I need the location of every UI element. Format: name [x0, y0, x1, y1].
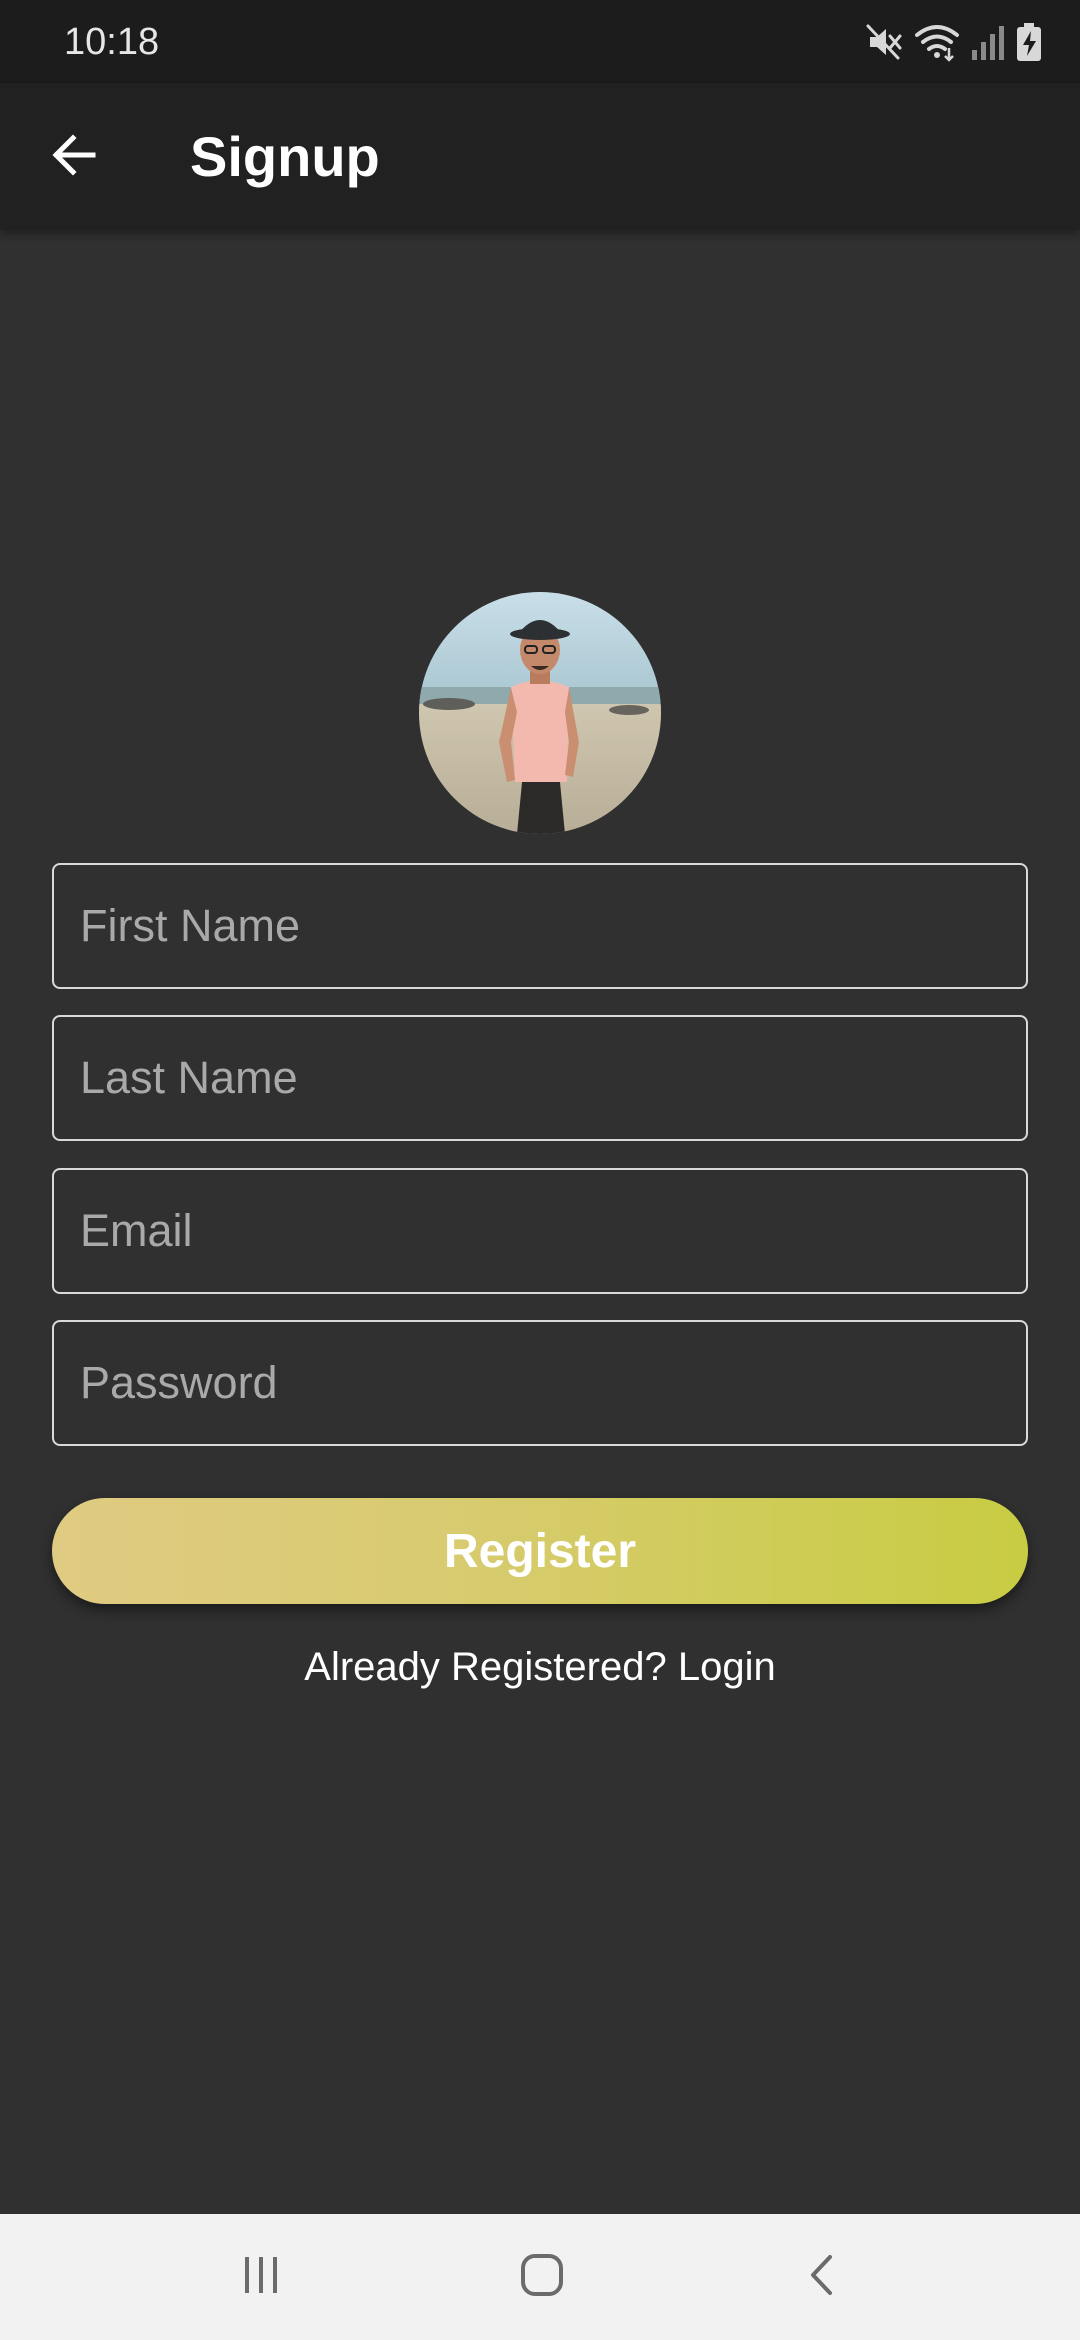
app-bar: Signup — [0, 83, 1080, 230]
last-name-input[interactable] — [54, 1017, 1026, 1139]
home-icon — [518, 2251, 566, 2304]
recent-apps-button[interactable] — [216, 2234, 306, 2320]
mute-icon — [864, 22, 904, 67]
back-icon — [800, 2252, 846, 2303]
password-field[interactable] — [52, 1320, 1028, 1446]
first-name-field[interactable] — [52, 863, 1028, 989]
back-button[interactable] — [36, 119, 112, 195]
login-link[interactable]: Already Registered? Login — [0, 1645, 1080, 1690]
avatar[interactable] — [419, 592, 661, 834]
email-field[interactable] — [52, 1168, 1028, 1294]
register-button[interactable]: Register — [52, 1498, 1028, 1604]
status-bar: 10:18 — [0, 0, 1080, 83]
email-input[interactable] — [54, 1170, 1026, 1292]
nav-back-button[interactable] — [778, 2234, 868, 2320]
battery-charging-icon — [1016, 22, 1042, 67]
arrow-left-icon — [49, 130, 99, 185]
signal-icon — [970, 22, 1006, 67]
last-name-field[interactable] — [52, 1015, 1028, 1141]
status-icons — [864, 22, 1042, 67]
first-name-input[interactable] — [54, 865, 1026, 987]
status-time: 10:18 — [64, 21, 160, 63]
register-button-label: Register — [443, 1524, 637, 1578]
wifi-icon — [914, 22, 960, 67]
page-title: Signup — [190, 125, 380, 188]
home-button[interactable] — [497, 2234, 587, 2320]
system-nav-bar — [0, 2214, 1080, 2340]
password-input[interactable] — [54, 1322, 1026, 1444]
recent-apps-icon — [238, 2252, 284, 2303]
